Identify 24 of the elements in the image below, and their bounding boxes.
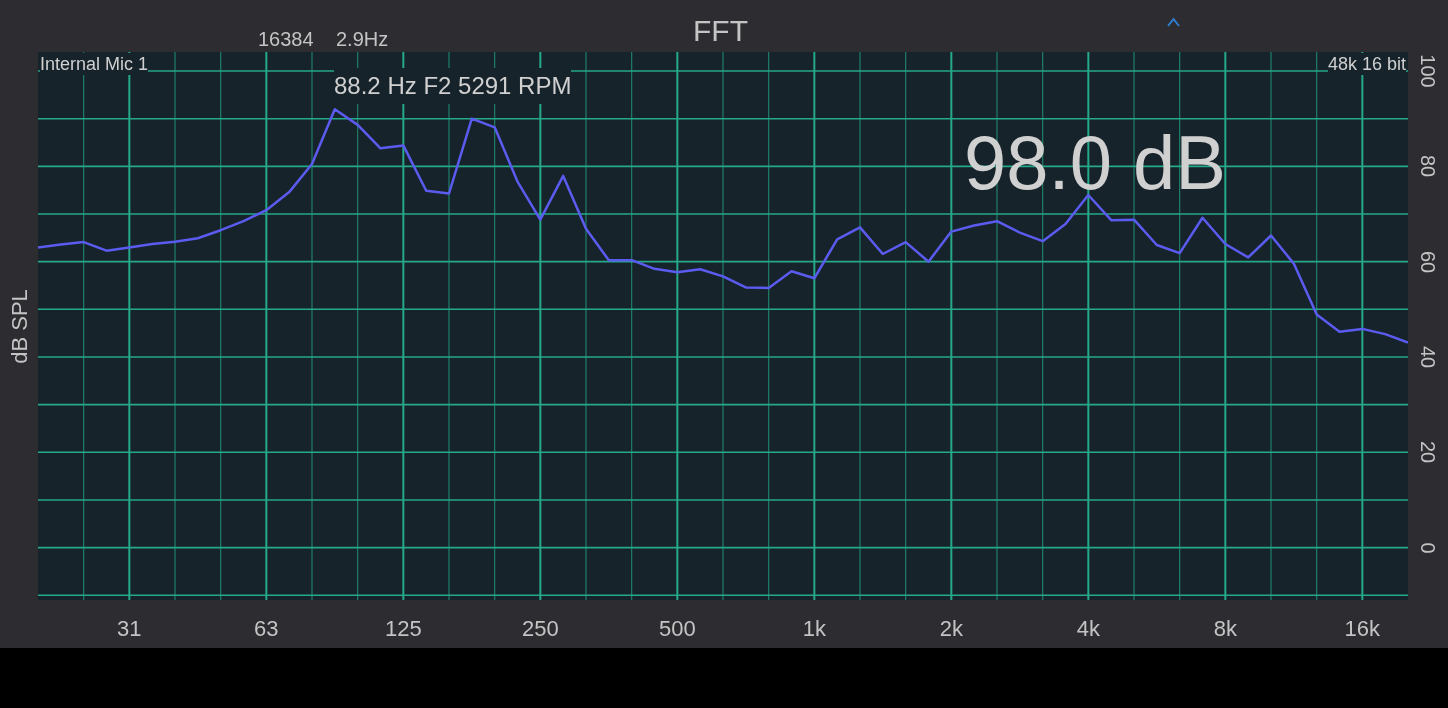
- peak-readout: 88.2 Hz F2 5291 RPM: [334, 68, 572, 104]
- y-tick-label: 40: [1418, 345, 1438, 369]
- y-tick-label: 100: [1418, 54, 1438, 88]
- x-tick-label: 125: [384, 615, 422, 643]
- fft-size: 16384: [258, 27, 314, 52]
- window-title: FFT: [693, 13, 748, 49]
- x-tick-label: 31: [117, 615, 142, 643]
- y-axis-label: dB SPL: [5, 288, 33, 364]
- x-tick-label: 8k: [1213, 615, 1237, 643]
- y-tick-label: 0: [1418, 542, 1438, 554]
- x-tick-label: 1k: [802, 615, 826, 643]
- sample-format: 48k 16 bit: [1327, 53, 1406, 75]
- y-tick-label: 60: [1418, 250, 1438, 273]
- x-tick-label: 4k: [1076, 615, 1100, 643]
- x-tick-label: 2k: [939, 615, 963, 643]
- x-tick-label: 63: [254, 615, 279, 643]
- input-device: Internal Mic 1: [40, 53, 149, 75]
- x-tick-label: 500: [658, 615, 696, 643]
- y-tick-label: 20: [1418, 441, 1438, 464]
- x-tick-label: 16k: [1344, 615, 1381, 643]
- x-tick-label: 250: [521, 615, 559, 643]
- chevron-up-icon[interactable]: [1167, 17, 1180, 27]
- y-tick-label: 80: [1418, 155, 1438, 178]
- frequency-resolution: 2.9Hz: [336, 27, 389, 52]
